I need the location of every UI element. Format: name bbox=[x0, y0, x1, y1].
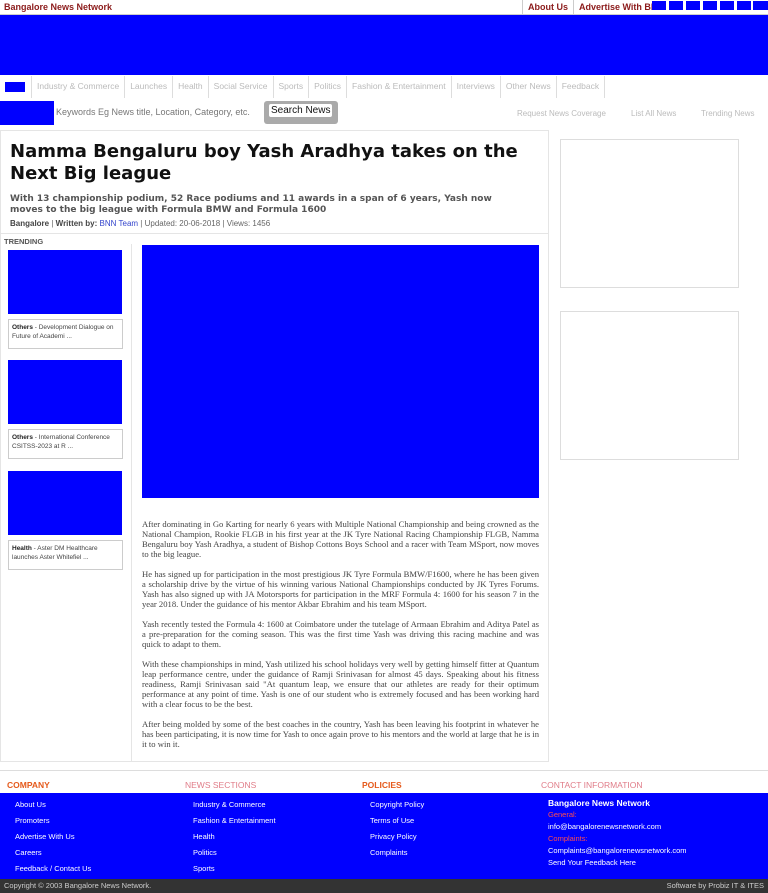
trending-image[interactable] bbox=[8, 360, 122, 424]
footer: About Us Promoters Advertise With Us Car… bbox=[0, 793, 768, 879]
footer-link[interactable]: Complaints bbox=[370, 847, 424, 863]
footer-section-links: Industry & Commerce Fashion & Entertainm… bbox=[193, 799, 276, 879]
footer-headings: COMPANY NEWS SECTIONS POLICIES CONTACT I… bbox=[0, 770, 768, 793]
nav-item-sports[interactable]: Sports bbox=[272, 76, 309, 98]
trending-image[interactable] bbox=[8, 471, 122, 535]
trending-image[interactable] bbox=[8, 250, 122, 314]
footer-link[interactable]: Health bbox=[193, 831, 276, 847]
feedback-link[interactable]: Send Your Feedback Here bbox=[548, 857, 687, 869]
social-icon[interactable] bbox=[686, 1, 700, 10]
article-location: Bangalore bbox=[10, 219, 50, 228]
footer-link[interactable]: Advertise With Us bbox=[15, 831, 91, 847]
divider bbox=[0, 233, 549, 234]
social-icon[interactable] bbox=[753, 1, 768, 10]
social-icon[interactable] bbox=[737, 1, 751, 10]
footer-link[interactable]: Privacy Policy bbox=[370, 831, 424, 847]
footer-link[interactable]: Promoters bbox=[15, 815, 91, 831]
trending-category: Others bbox=[12, 324, 33, 331]
footer-link[interactable]: Politics bbox=[193, 847, 276, 863]
social-icon[interactable] bbox=[652, 1, 666, 10]
trending-card[interactable]: Health - Aster DM Healthcare launches As… bbox=[8, 471, 123, 570]
nav-item-other-news[interactable]: Other News bbox=[499, 76, 556, 98]
nav-item-feedback[interactable]: Feedback bbox=[555, 76, 606, 98]
general-email[interactable]: info@bangalorenewsnetwork.com bbox=[548, 821, 687, 833]
nav-item-launches[interactable]: Launches bbox=[124, 76, 172, 98]
general-label: General: bbox=[548, 810, 577, 819]
footer-heading-news-sections: NEWS SECTIONS bbox=[185, 780, 257, 790]
article-paragraph: After dominating in Go Karting for nearl… bbox=[142, 519, 539, 559]
footer-link[interactable]: Careers bbox=[15, 847, 91, 863]
ad-slot[interactable] bbox=[560, 139, 739, 288]
ad-slot[interactable] bbox=[560, 311, 739, 460]
main-nav: Industry & Commerce Launches Health Soci… bbox=[0, 76, 606, 98]
software-credit[interactable]: Software by Probiz IT & ITES bbox=[667, 881, 764, 890]
footer-link[interactable]: Terms of Use bbox=[370, 815, 424, 831]
article-paragraph: Yash recently tested the Formula 4: 1600… bbox=[142, 619, 539, 649]
nav-item-industry[interactable]: Industry & Commerce bbox=[31, 76, 124, 98]
trending-label: TRENDING bbox=[4, 237, 44, 246]
article-image bbox=[142, 245, 539, 498]
trending-category: Others bbox=[12, 434, 33, 441]
footer-heading-company: COMPANY bbox=[7, 780, 50, 790]
trending-card[interactable]: Others - International Conference CSITSS… bbox=[8, 360, 123, 459]
top-bar: Bangalore News Network About Us Advertis… bbox=[0, 0, 768, 15]
social-icon[interactable] bbox=[703, 1, 717, 10]
written-by-label: Written by: bbox=[55, 219, 98, 228]
author-link[interactable]: BNN Team bbox=[100, 219, 139, 228]
article-title: Namma Bengaluru boy Yash Aradhya takes o… bbox=[10, 141, 518, 184]
footer-link[interactable]: Sports bbox=[193, 863, 276, 879]
top-links: About Us Advertise With BNN bbox=[522, 0, 669, 14]
article-paragraph: With these championships in mind, Yash u… bbox=[142, 659, 539, 709]
copyright-text: Copyright © 2003 Bangalore News Network. bbox=[4, 881, 152, 890]
trending-caption[interactable]: Others - Development Dialogue on Future … bbox=[8, 319, 123, 349]
article-paragraph: He has signed up for participation in th… bbox=[142, 569, 539, 609]
footer-heading-contact: CONTACT INFORMATION bbox=[541, 780, 643, 790]
list-all-news-link[interactable]: List All News bbox=[631, 109, 676, 118]
bottom-bar: Copyright © 2003 Bangalore News Network.… bbox=[0, 879, 768, 893]
footer-link[interactable]: Industry & Commerce bbox=[193, 799, 276, 815]
trending-news-link[interactable]: Trending News bbox=[701, 109, 755, 118]
footer-link[interactable]: Fashion & Entertainment bbox=[193, 815, 276, 831]
updated-date: Updated: 20-06-2018 bbox=[144, 219, 221, 228]
nav-item-social-service[interactable]: Social Service bbox=[207, 76, 273, 98]
trending-category: Health bbox=[12, 545, 32, 552]
nav-item-politics[interactable]: Politics bbox=[308, 76, 346, 98]
trending-caption[interactable]: Others - International Conference CSITSS… bbox=[8, 429, 123, 459]
view-count: Views: 1456 bbox=[226, 219, 271, 228]
search-row: Keywords Eg News title, Location, Catego… bbox=[0, 100, 768, 126]
about-us-link[interactable]: About Us bbox=[522, 0, 573, 14]
social-icon[interactable] bbox=[720, 1, 734, 10]
article-paragraph: After being molded by some of the best c… bbox=[142, 719, 539, 749]
footer-link[interactable]: About Us bbox=[15, 799, 91, 815]
nav-item-health[interactable]: Health bbox=[172, 76, 208, 98]
article-body: After dominating in Go Karting for nearl… bbox=[142, 519, 539, 759]
contact-name: Bangalore News Network bbox=[548, 798, 651, 808]
footer-link[interactable]: Copyright Policy bbox=[370, 799, 424, 815]
search-category-select[interactable] bbox=[0, 101, 54, 125]
footer-policy-links: Copyright Policy Terms of Use Privacy Po… bbox=[370, 799, 424, 863]
request-coverage-link[interactable]: Request News Coverage bbox=[517, 109, 606, 118]
trending-caption[interactable]: Health - Aster DM Healthcare launches As… bbox=[8, 540, 123, 570]
nav-item-interviews[interactable]: Interviews bbox=[450, 76, 500, 98]
trending-card[interactable]: Others - Development Dialogue on Future … bbox=[8, 250, 123, 349]
complaints-email[interactable]: Complaints@bangalorenewsnetwork.com bbox=[548, 845, 687, 857]
site-brand[interactable]: Bangalore News Network bbox=[4, 2, 112, 12]
article-meta: Bangalore | Written by: BNN Team | Updat… bbox=[10, 219, 271, 228]
footer-company-links: About Us Promoters Advertise With Us Car… bbox=[15, 799, 91, 879]
social-icon[interactable] bbox=[669, 1, 683, 10]
article-subtitle: With 13 championship podium, 52 Race pod… bbox=[10, 194, 492, 215]
search-button-label: Search News bbox=[269, 104, 333, 117]
trending-divider bbox=[131, 244, 132, 762]
search-input[interactable]: Keywords Eg News title, Location, Catego… bbox=[56, 107, 250, 117]
footer-heading-policies: POLICIES bbox=[362, 780, 402, 790]
header-banner bbox=[0, 15, 768, 75]
footer-contact: Bangalore News Network General: info@ban… bbox=[548, 797, 687, 869]
search-button[interactable]: Search News bbox=[264, 101, 338, 124]
nav-item-fashion[interactable]: Fashion & Entertainment bbox=[346, 76, 451, 98]
footer-link[interactable]: Feedback / Contact Us bbox=[15, 863, 91, 879]
home-icon[interactable] bbox=[5, 82, 25, 92]
complaints-label: Complaints: bbox=[548, 834, 588, 843]
